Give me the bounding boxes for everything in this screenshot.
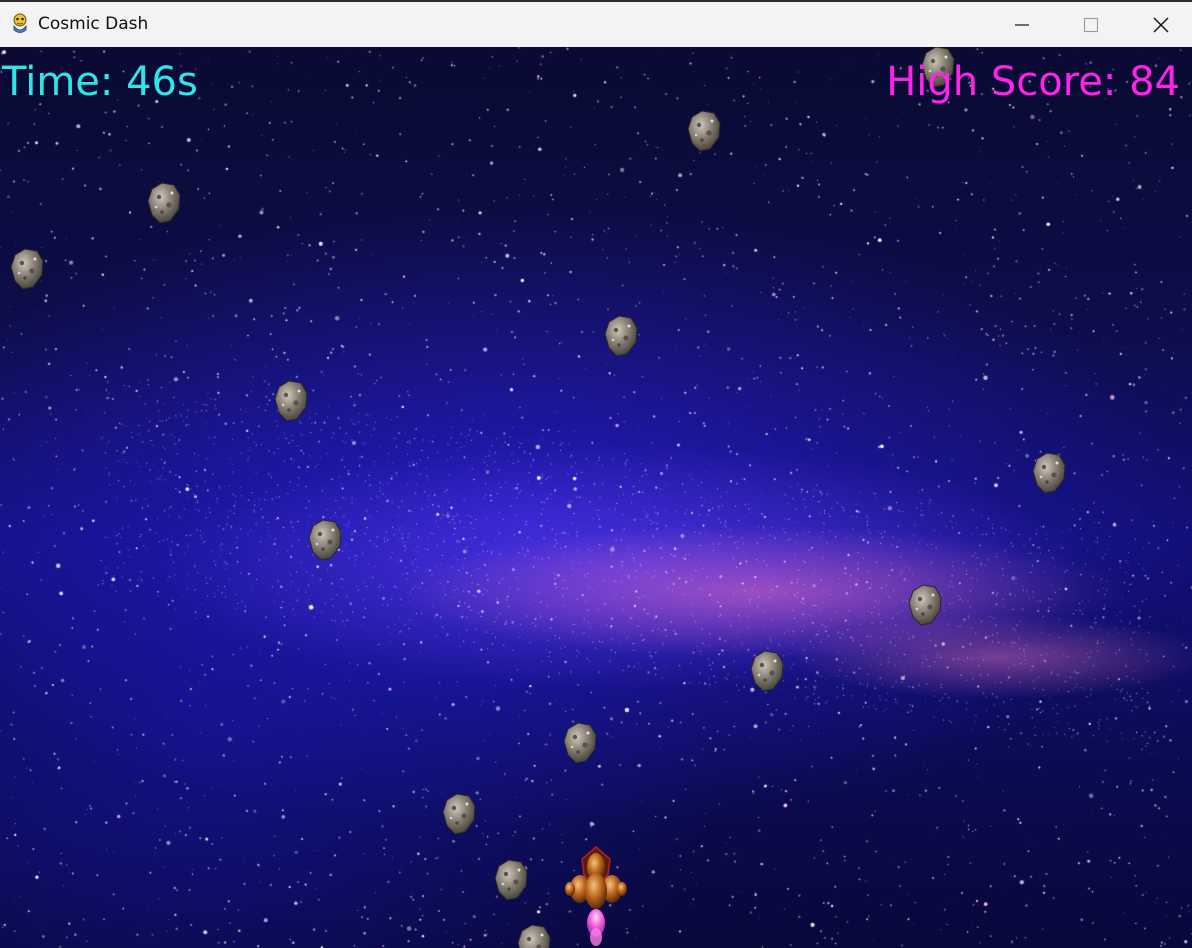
asteroid <box>494 859 528 901</box>
asteroid <box>750 650 784 692</box>
asteroid <box>563 722 597 764</box>
game-window: Cosmic Dash Time: 46s High Score: 84 <box>0 0 1192 948</box>
asteroid <box>147 182 181 224</box>
high-score-display: High Score: 84 <box>886 59 1180 105</box>
asteroid <box>604 315 638 357</box>
minimize-icon <box>1015 23 1029 26</box>
maximize-button[interactable] <box>1056 2 1126 47</box>
asteroid <box>1032 452 1066 494</box>
spaceship-icon <box>565 846 627 946</box>
asteroid <box>517 924 551 948</box>
game-canvas[interactable]: Time: 46s High Score: 84 <box>0 47 1192 948</box>
minimize-button[interactable] <box>987 2 1057 47</box>
close-icon <box>1153 17 1169 32</box>
asteroid <box>687 110 721 152</box>
python-snake-icon <box>13 13 27 33</box>
close-button[interactable] <box>1126 2 1192 47</box>
asteroid <box>274 380 308 422</box>
asteroid <box>10 248 44 290</box>
window-title: Cosmic Dash <box>38 14 149 34</box>
maximize-icon <box>1083 17 1099 32</box>
asteroid <box>908 584 942 626</box>
time-display: Time: 46s <box>2 59 198 105</box>
asteroid <box>308 519 342 561</box>
asteroid <box>442 793 476 835</box>
title-bar[interactable]: Cosmic Dash <box>0 0 1192 47</box>
